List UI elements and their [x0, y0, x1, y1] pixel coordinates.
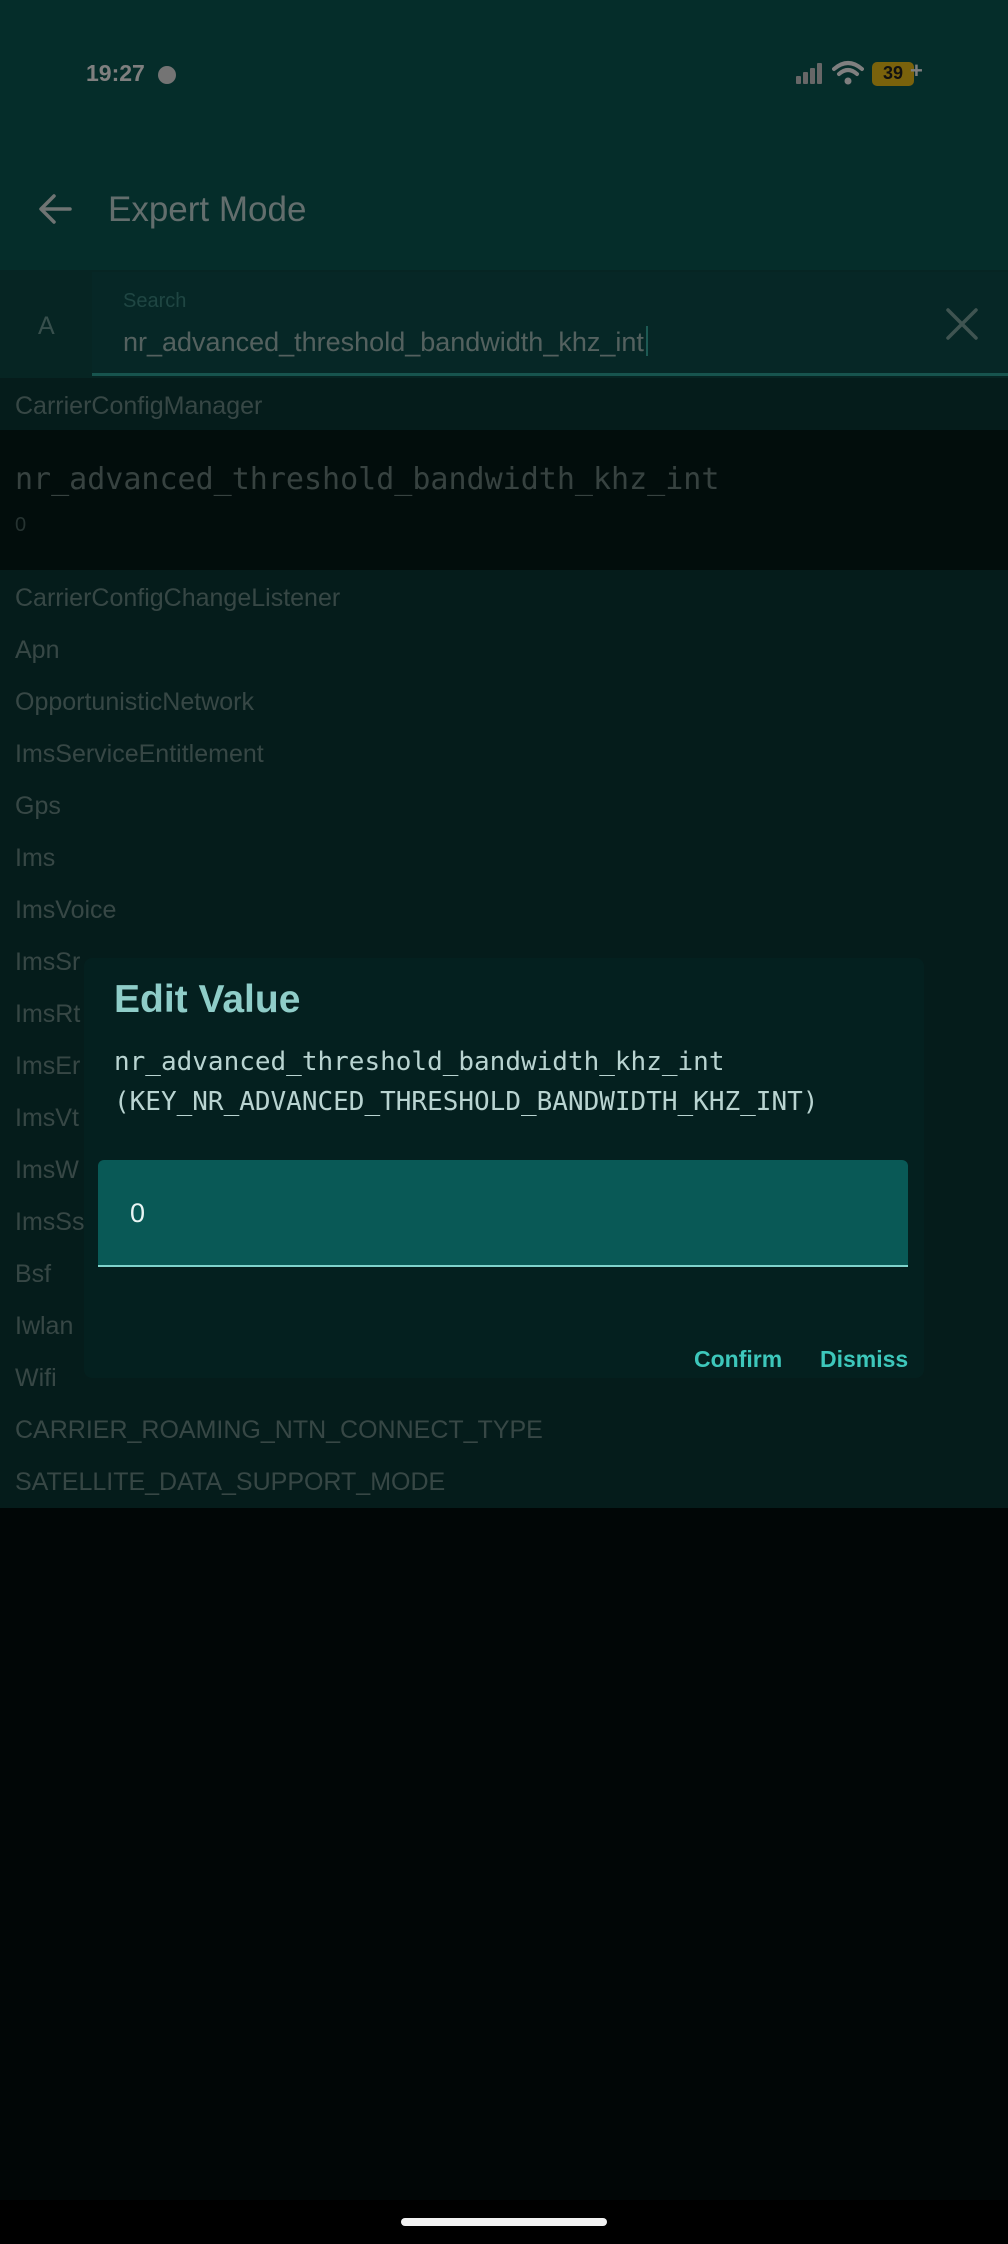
- value-input-text[interactable]: 0: [130, 1198, 145, 1229]
- dialog-title: Edit Value: [114, 978, 301, 1021]
- dismiss-button[interactable]: Dismiss: [820, 1346, 908, 1373]
- dialog-body: nr_advanced_threshold_bandwidth_khz_int …: [114, 1047, 819, 1117]
- home-indicator[interactable]: [401, 2218, 607, 2226]
- value-input[interactable]: [98, 1160, 908, 1267]
- confirm-button[interactable]: Confirm: [694, 1346, 782, 1373]
